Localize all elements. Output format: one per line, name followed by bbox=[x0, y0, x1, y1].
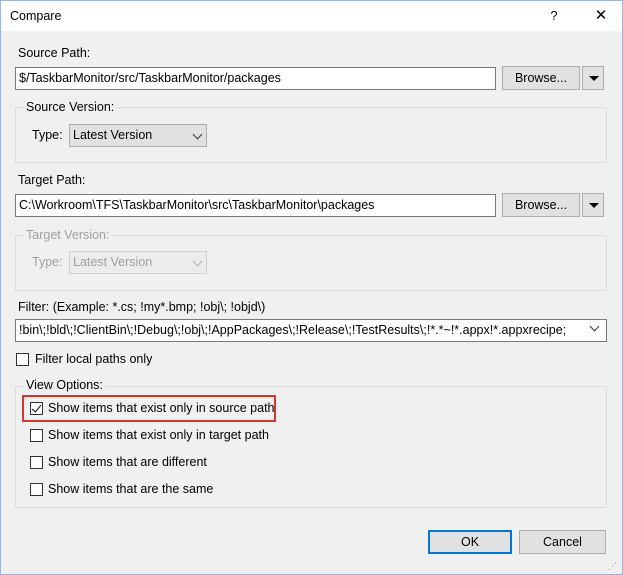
help-icon[interactable]: ? bbox=[542, 6, 566, 26]
target-type-select: Latest Version bbox=[69, 251, 207, 274]
source-browse-button[interactable]: Browse... bbox=[502, 66, 580, 90]
target-path-label: Target Path: bbox=[18, 173, 86, 187]
target-type-value: Latest Version bbox=[73, 255, 153, 269]
ok-button[interactable]: OK bbox=[428, 530, 512, 554]
filter-local-label: Filter local paths only bbox=[35, 352, 153, 366]
view-option-checkbox-different[interactable] bbox=[30, 456, 43, 469]
target-type-label: Type: bbox=[32, 255, 63, 269]
view-option-checkbox-source-only[interactable] bbox=[30, 402, 43, 415]
view-option-label: Show items that exist only in target pat… bbox=[48, 428, 269, 442]
chevron-down-icon bbox=[589, 76, 599, 81]
view-option-label: Show items that exist only in source pat… bbox=[48, 401, 275, 415]
source-version-label: Source Version: bbox=[24, 100, 117, 114]
close-icon[interactable]: ✕ bbox=[589, 6, 613, 26]
compare-dialog: Compare ? ✕ Source Path: $/TaskbarMonito… bbox=[0, 0, 623, 575]
source-type-value: Latest Version bbox=[73, 128, 153, 142]
title-bar: Compare ? ✕ bbox=[1, 1, 622, 31]
chevron-down-icon bbox=[192, 256, 203, 267]
view-option-checkbox-target-only[interactable] bbox=[30, 429, 43, 442]
view-option-label: Show items that are different bbox=[48, 455, 207, 469]
window-title: Compare bbox=[10, 9, 62, 23]
source-type-select[interactable]: Latest Version bbox=[69, 124, 207, 147]
check-icon bbox=[31, 402, 42, 413]
target-path-input[interactable]: C:\Workroom\TFS\TaskbarMonitor\src\Taskb… bbox=[15, 194, 496, 217]
view-option-checkbox-same[interactable] bbox=[30, 483, 43, 496]
target-version-label: Target Version: bbox=[24, 228, 112, 242]
view-options-label: View Options: bbox=[24, 378, 105, 392]
chevron-down-icon bbox=[192, 129, 203, 140]
target-browse-button[interactable]: Browse... bbox=[502, 193, 580, 217]
filter-local-checkbox[interactable] bbox=[16, 353, 29, 366]
source-type-label: Type: bbox=[32, 128, 63, 142]
filter-combo[interactable]: !bin\;!bld\;!ClientBin\;!Debug\;!obj\;!A… bbox=[15, 319, 607, 342]
cancel-button[interactable]: Cancel bbox=[519, 530, 606, 554]
source-path-input[interactable]: $/TaskbarMonitor/src/TaskbarMonitor/pack… bbox=[15, 67, 496, 90]
source-path-label: Source Path: bbox=[18, 46, 91, 60]
view-option-label: Show items that are the same bbox=[48, 482, 214, 496]
chevron-down-icon bbox=[589, 203, 599, 208]
filter-value: !bin\;!bld\;!ClientBin\;!Debug\;!obj\;!A… bbox=[19, 323, 567, 337]
source-browse-dropdown[interactable] bbox=[582, 66, 604, 90]
target-browse-dropdown[interactable] bbox=[582, 193, 604, 217]
resize-grip-icon[interactable]: ⋰ bbox=[608, 561, 617, 572]
filter-label: Filter: (Example: *.cs; !my*.bmp; !obj\;… bbox=[18, 300, 266, 314]
